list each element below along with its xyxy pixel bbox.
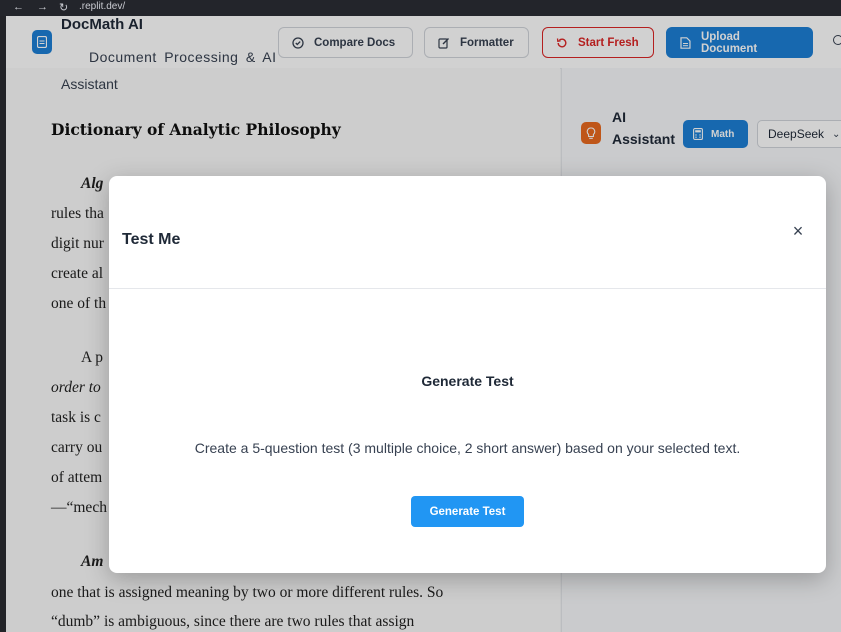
browser-toolbar: ← → ↻ .replit.dev/ — [0, 0, 841, 16]
generate-test-heading: Generate Test — [421, 373, 514, 389]
forward-icon[interactable]: → — [37, 1, 48, 13]
generate-test-description: Create a 5-question test (3 multiple cho… — [194, 440, 741, 456]
back-icon[interactable]: ← — [13, 1, 24, 13]
modal-title: Test Me — [122, 231, 181, 248]
close-icon[interactable]: × — [790, 222, 806, 240]
reload-icon[interactable]: ↻ — [59, 1, 68, 14]
address-bar[interactable]: .replit.dev/ — [79, 1, 125, 12]
modal-divider — [109, 288, 826, 289]
generate-test-button[interactable]: Generate Test — [411, 496, 524, 527]
test-me-modal: Test Me × Generate Test Create a 5-quest… — [109, 176, 826, 573]
